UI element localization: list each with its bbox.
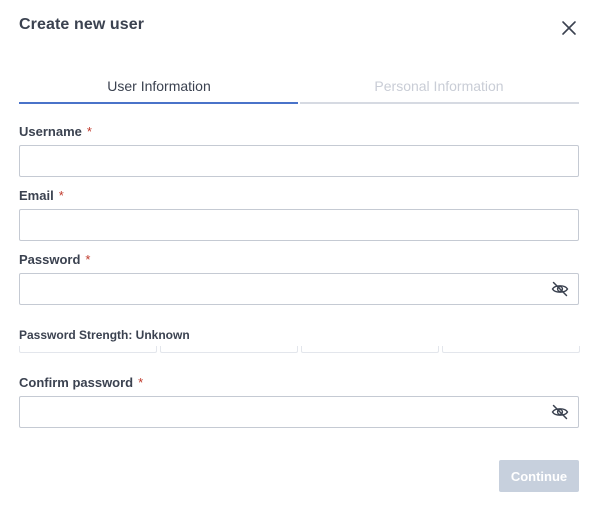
close-icon[interactable]	[558, 17, 580, 39]
dialog-title: Create new user	[19, 16, 145, 33]
password-label-text: Password	[19, 252, 81, 267]
confirm-password-input[interactable]	[20, 397, 556, 427]
username-label-text: Username	[19, 124, 82, 139]
eye-slash-icon[interactable]	[551, 403, 569, 421]
tab-personal-information[interactable]: Personal Information	[299, 71, 579, 102]
username-label: Username *	[19, 124, 92, 139]
password-strength-meter	[19, 346, 580, 354]
required-marker: *	[58, 188, 64, 203]
email-label-text: Email	[19, 188, 54, 203]
tab-user-information[interactable]: User Information	[19, 71, 299, 102]
password-strength-label: Password Strength: Unknown	[19, 328, 190, 342]
create-user-dialog: Create new user User Information Persona…	[0, 0, 595, 507]
username-input[interactable]	[20, 146, 556, 176]
confirm-password-label-text: Confirm password	[19, 375, 134, 390]
eye-slash-icon[interactable]	[551, 280, 569, 298]
required-marker: *	[138, 375, 144, 390]
strength-segment-4	[442, 346, 580, 353]
tab-inactive-indicator	[300, 102, 579, 104]
confirm-password-field-box	[19, 396, 579, 428]
username-field-box	[19, 145, 579, 177]
confirm-password-label: Confirm password *	[19, 375, 143, 390]
strength-segment-2	[160, 346, 298, 353]
continue-button[interactable]: Continue	[499, 460, 579, 492]
email-field-box	[19, 209, 579, 241]
password-input[interactable]	[20, 274, 556, 304]
required-marker: *	[85, 252, 91, 267]
strength-segment-1	[19, 346, 157, 353]
email-label: Email *	[19, 188, 64, 203]
password-field-box	[19, 273, 579, 305]
strength-segment-3	[301, 346, 439, 353]
email-input[interactable]	[20, 210, 556, 240]
tab-active-indicator	[19, 102, 298, 104]
password-label: Password *	[19, 252, 90, 267]
required-marker: *	[86, 124, 92, 139]
tab-bar: User Information Personal Information	[19, 71, 579, 105]
